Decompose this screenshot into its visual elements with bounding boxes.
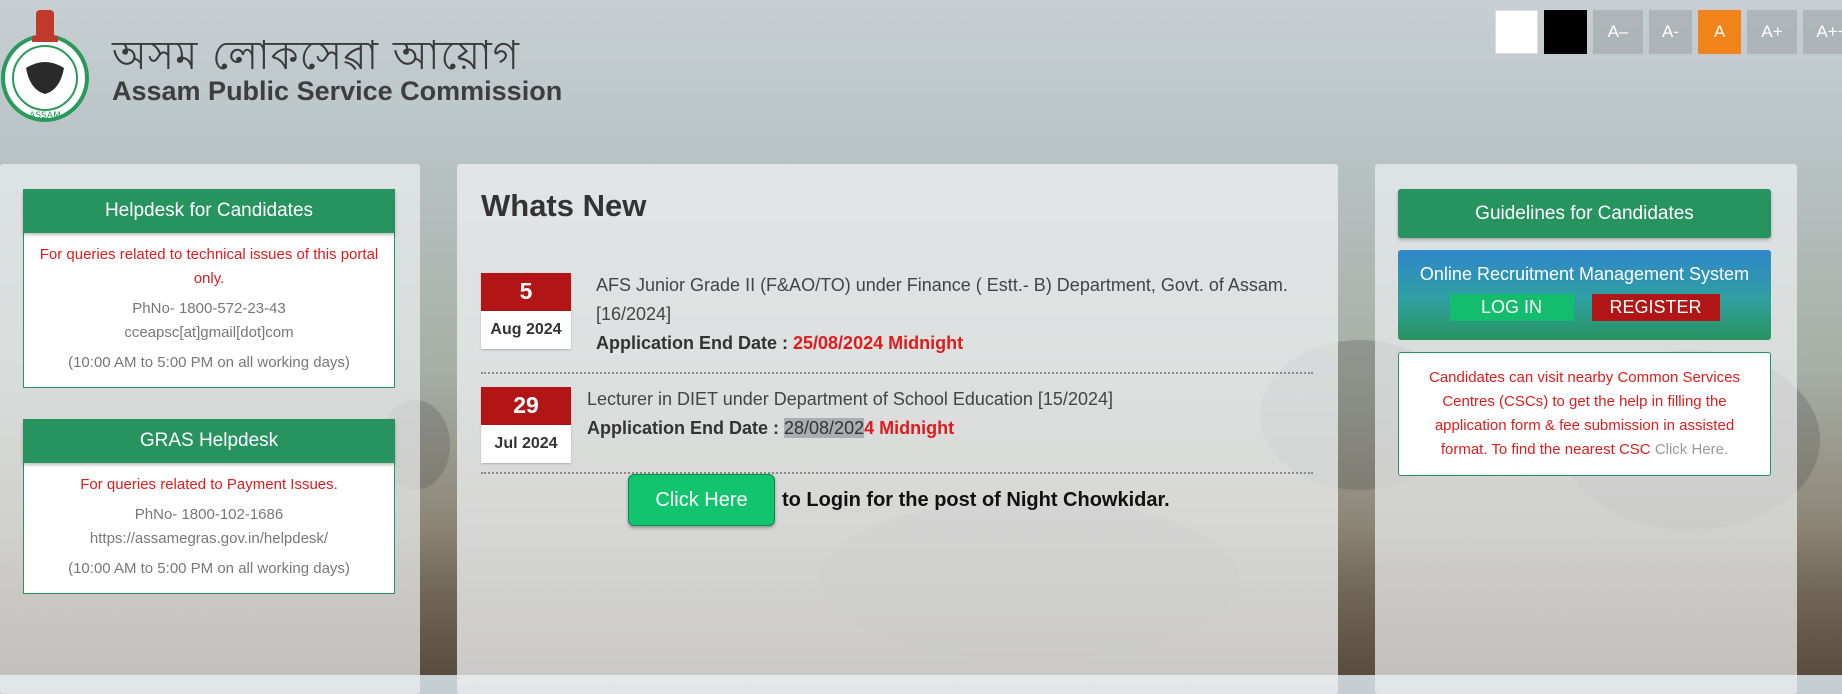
font-size-smallest-button[interactable]: A– bbox=[1593, 10, 1643, 54]
news-divider bbox=[481, 372, 1313, 374]
news-item-title[interactable]: Lecturer in DIET under Department of Sch… bbox=[587, 385, 1307, 414]
helpdesk-title: Helpdesk for Candidates bbox=[23, 189, 395, 233]
date-month: Aug 2024 bbox=[490, 321, 562, 338]
font-size-normal-button[interactable]: A bbox=[1698, 10, 1741, 54]
night-chowkidar-login-text: to Login for the post of Night Chowkidar… bbox=[782, 488, 1170, 511]
end-date-value: 4 Midnight bbox=[864, 418, 955, 438]
gras-helpdesk-title: GRAS Helpdesk bbox=[23, 419, 395, 463]
date-day: 29 bbox=[481, 387, 571, 425]
helpdesk-email: cceapsc[at]gmail[dot]com bbox=[124, 324, 294, 341]
white-theme-button[interactable] bbox=[1495, 10, 1538, 54]
end-date-selected-text: 28/08/202 bbox=[784, 418, 865, 438]
black-theme-button[interactable] bbox=[1544, 10, 1587, 54]
gras-hours: (10:00 AM to 5:00 PM on all working days… bbox=[68, 560, 350, 577]
gras-note: For queries related to Payment Issues. bbox=[80, 476, 338, 493]
right-panel: Guidelines for Candidates Online Recruit… bbox=[1375, 164, 1797, 694]
whats-new-panel: Whats New 5 Aug 2024 AFS Junior Grade II… bbox=[457, 164, 1338, 694]
apsc-emblem-icon[interactable]: ASSAM bbox=[0, 6, 90, 124]
date-badge: 29 Jul 2024 bbox=[481, 387, 571, 463]
helpdesk-note: For queries related to technical issues … bbox=[39, 246, 379, 287]
night-chowkidar-login-row: Click Here to Login for the post of Nigh… bbox=[628, 474, 1170, 526]
site-header: ASSAM অসম লোকসেৱা আয়োগ Assam Public Ser… bbox=[0, 0, 1842, 140]
helpdesk-hours: (10:00 AM to 5:00 PM on all working days… bbox=[68, 354, 350, 371]
helpdesk-phone: PhNo- 1800-572-23-43 bbox=[132, 300, 286, 317]
csc-info-card: Candidates can visit nearby Common Servi… bbox=[1398, 352, 1771, 476]
whats-new-title: Whats New bbox=[481, 188, 647, 223]
click-here-button[interactable]: Click Here bbox=[628, 474, 775, 526]
register-button[interactable]: REGISTER bbox=[1591, 294, 1720, 321]
date-day: 5 bbox=[481, 273, 571, 311]
left-panel: Helpdesk for Candidates For queries rela… bbox=[0, 164, 420, 694]
accessibility-toolbar: A– A- A A+ A++ bbox=[1495, 10, 1842, 54]
gras-helpdesk-card: GRAS Helpdesk For queries related to Pay… bbox=[23, 419, 395, 594]
application-end-date: Application End Date : 28/08/2024 Midnig… bbox=[587, 418, 955, 438]
font-size-smaller-button[interactable]: A- bbox=[1649, 10, 1692, 54]
login-button[interactable]: LOG IN bbox=[1449, 294, 1574, 321]
csc-click-here-link[interactable]: Click Here. bbox=[1655, 441, 1728, 458]
application-end-date: Application End Date : 25/08/2024 Midnig… bbox=[596, 333, 964, 353]
date-badge: 5 Aug 2024 bbox=[481, 273, 571, 349]
news-item-title[interactable]: AFS Junior Grade II (F&AO/TO) under Fina… bbox=[596, 271, 1306, 329]
font-size-larger-button[interactable]: A+ bbox=[1747, 10, 1797, 54]
orms-card: Online Recruitment Management System LOG… bbox=[1398, 250, 1771, 340]
font-size-largest-button[interactable]: A++ bbox=[1803, 10, 1842, 54]
guidelines-button[interactable]: Guidelines for Candidates bbox=[1398, 189, 1771, 238]
gras-phone: PhNo- 1800-102-1686 bbox=[134, 506, 284, 523]
gras-url[interactable]: https://assamegras.gov.in/helpdesk/ bbox=[36, 527, 382, 551]
orms-title: Online Recruitment Management System bbox=[1419, 264, 1750, 284]
date-month: Jul 2024 bbox=[494, 435, 558, 452]
helpdesk-card: Helpdesk for Candidates For queries rela… bbox=[23, 189, 395, 388]
svg-text:ASSAM: ASSAM bbox=[29, 111, 61, 121]
site-title-english: Assam Public Service Commission bbox=[112, 76, 563, 106]
end-date-value: 25/08/2024 Midnight bbox=[793, 333, 964, 353]
